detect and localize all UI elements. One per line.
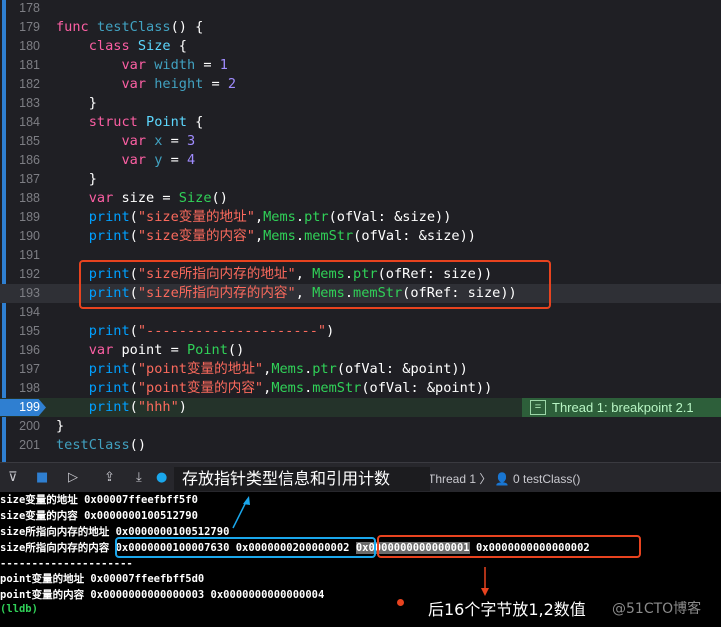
blue-arrowhead	[243, 496, 250, 505]
annotation-arrows	[232, 496, 489, 596]
red-arrowhead	[481, 588, 489, 596]
